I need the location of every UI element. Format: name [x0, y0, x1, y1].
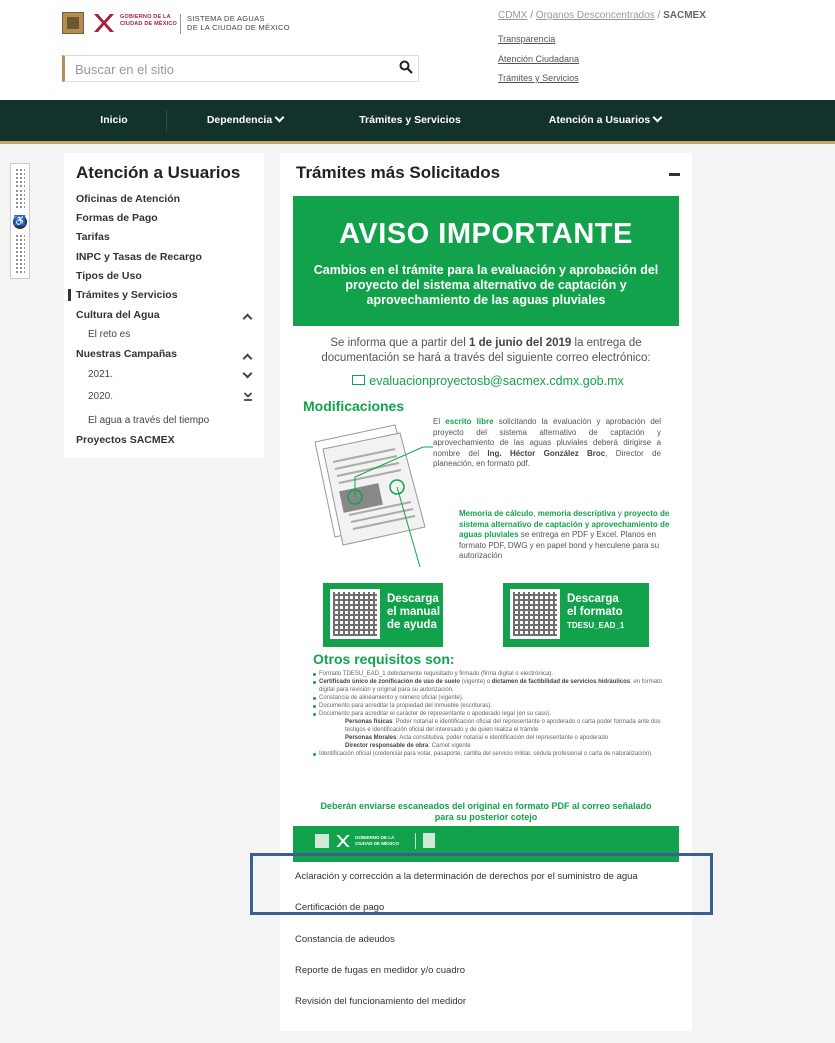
org-logo-text: SISTEMA DE AGUAS DE LA CIUDAD DE MÉXICO	[187, 14, 290, 32]
sidebar-item-tipos-uso[interactable]: Tipos de Uso	[76, 270, 142, 282]
sidebar-subitem-2021[interactable]: 2021.	[88, 369, 113, 380]
breadcrumb-sep: /	[527, 10, 536, 21]
notice-closing: Deberán enviarse escaneados del original…	[320, 801, 652, 822]
sidebar-subitem-2020[interactable]: 2020.	[88, 391, 113, 402]
grip-icon	[15, 234, 25, 254]
grip-icon	[15, 254, 25, 274]
header-divider	[180, 14, 181, 34]
nav-dependencia[interactable]: Dependencia	[195, 100, 295, 141]
sidebar-item-inpc[interactable]: INPC y Tasas de Recargo	[76, 251, 202, 263]
cdmx-logo-icon	[94, 14, 114, 32]
chevron-down-icon[interactable]	[242, 368, 253, 379]
main-nav: Inicio Dependencia Trámites y Servicios …	[0, 100, 835, 144]
sidebar-item-tarifas[interactable]: Tarifas	[76, 231, 110, 243]
sidebar-item-tramites-active[interactable]: Trámites y Servicios	[68, 289, 178, 301]
search-icon[interactable]	[399, 60, 413, 74]
breadcrumb: CDMX / Organos Desconcentrados / SACMEX	[498, 10, 706, 21]
nav-separator	[166, 110, 167, 132]
page-title: Trámites más Solicitados	[296, 163, 501, 182]
breadcrumb-cdmx[interactable]: CDMX	[498, 10, 527, 21]
link-tramites-servicios[interactable]: Trámites y Servicios	[498, 73, 579, 83]
sidebar-item-cultura-agua[interactable]: Cultura del Agua	[76, 309, 160, 321]
notice-heading: AVISO IMPORTANTE	[339, 218, 633, 250]
sidebar-item-proyectos[interactable]: Proyectos SACMEX	[76, 434, 175, 446]
qr-code-icon	[330, 589, 380, 639]
chevron-down-underline-icon[interactable]	[243, 391, 253, 402]
breadcrumb-sep: /	[654, 10, 664, 21]
search-input[interactable]	[73, 60, 387, 79]
nav-tramites[interactable]: Trámites y Servicios	[340, 100, 480, 141]
chevron-up-icon[interactable]	[242, 313, 253, 324]
gov-logo-text: GOBIERNO DE LA CIUDAD DE MÉXICO	[120, 14, 177, 27]
notice-intro: Se informa que a partir del 1 de junio d…	[321, 337, 651, 364]
chevron-down-icon	[652, 112, 663, 123]
sidebar-item-campanas[interactable]: Nuestras Campañas	[76, 348, 177, 360]
download-manual-box: Descarga el manual de ayuda	[323, 583, 443, 647]
breadcrumb-current: SACMEX	[663, 10, 706, 21]
list-item[interactable]: Revisión del funcionamiento del medidor	[295, 996, 466, 1007]
sidebar-subitem-agua-tiempo[interactable]: El agua a través del tiempo	[88, 415, 209, 426]
mail-icon	[352, 375, 366, 385]
cdmx-logo-icon	[336, 835, 350, 847]
breadcrumb-organos[interactable]: Organos Desconcentrados	[536, 10, 655, 21]
search-box	[62, 55, 419, 82]
nav-atencion-usuarios[interactable]: Atención a Usuarios	[535, 100, 675, 141]
chevron-down-icon	[274, 112, 285, 123]
sidebar-item-oficinas[interactable]: Oficinas de Atención	[76, 193, 180, 205]
notice-paragraph-memoria: Memoria de cálculo, memoria descriptiva …	[459, 509, 670, 560]
grip-icon	[15, 189, 25, 209]
download-format-box: Descarga el formato TDESU_EAD_1	[503, 583, 649, 647]
download-manual-text: Descarga el manual de ayuda	[387, 593, 441, 631]
coat-of-arms-logo	[62, 12, 84, 34]
site-header: GOBIERNO DE LA CIUDAD DE MÉXICO SISTEMA D…	[0, 0, 835, 100]
chevron-up-icon[interactable]	[242, 353, 253, 364]
grip-icon	[15, 168, 25, 188]
documents-illustration	[314, 424, 433, 567]
qr-code-icon	[510, 589, 560, 639]
footer-divider	[415, 833, 416, 849]
list-item[interactable]: Constancia de adeudos	[295, 934, 395, 945]
sacmex-logo	[423, 833, 435, 848]
sidebar-title: Atención a Usuarios	[76, 163, 241, 182]
requirements-list: Formato TDESU_EAD_1 debidamente requisit…	[313, 670, 673, 758]
sidebar-subitem-reto[interactable]: El reto es	[88, 329, 130, 340]
modificaciones-heading: Modificaciones	[303, 398, 405, 414]
sidebar: Atención a Usuarios Oficinas de Atención…	[64, 153, 264, 458]
link-transparencia[interactable]: Transparencia	[498, 34, 555, 44]
nav-inicio[interactable]: Inicio	[62, 100, 166, 141]
accessibility-icon[interactable]: ♿	[13, 215, 27, 229]
notice-paragraph-escrito: El escrito libre solicitando la evaluaci…	[433, 417, 661, 468]
download-format-text: Descarga el formato TDESU_EAD_1	[567, 593, 625, 630]
list-item[interactable]: Reporte de fugas en medidor y/o cuadro	[295, 965, 465, 976]
collapse-icon[interactable]	[669, 173, 680, 176]
sidebar-item-formas-pago[interactable]: Formas de Pago	[76, 212, 158, 224]
notice-email: evaluacionproyectosb@sacmex.cdmx.gob.mx	[333, 374, 643, 388]
coat-of-arms-logo	[315, 834, 329, 848]
notice-image: AVISO IMPORTANTE Cambios en el trámite p…	[293, 196, 679, 862]
link-atencion-ciudadana[interactable]: Atención Ciudadana	[498, 54, 579, 64]
otros-requisitos-heading: Otros requisitos son:	[313, 651, 455, 667]
footer-gov-text: GOBIERNO DE LA CIUDAD DE MÉXICO	[355, 835, 400, 846]
highlight-box	[250, 853, 713, 915]
notice-subheading: Cambios en el trámite para la evaluación…	[313, 263, 659, 307]
